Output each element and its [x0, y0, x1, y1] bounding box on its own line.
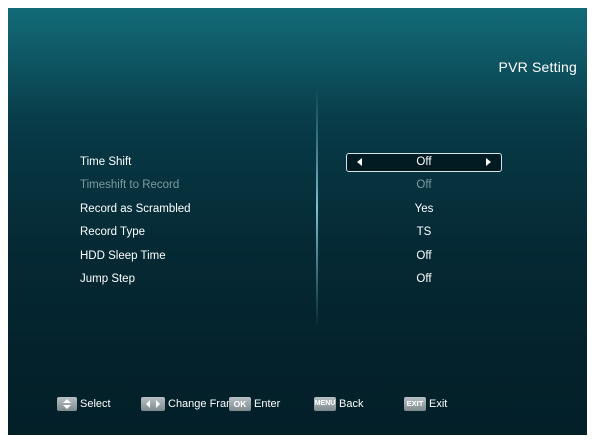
jump-step-value[interactable]: Off — [346, 268, 502, 291]
setting-label-time-shift[interactable]: Time Shift — [80, 151, 191, 174]
footer-exit-label: Exit — [429, 398, 448, 410]
time-shift-value: Off — [416, 156, 432, 168]
pvr-setting-screen: PVR Setting Time Shift Timeshift to Reco… — [8, 8, 587, 435]
setting-label-record-as-scrambled[interactable]: Record as Scrambled — [80, 198, 191, 221]
footer-ok-hint: OK Enter — [229, 396, 280, 412]
footer-change-label: Change Fram — [168, 398, 236, 410]
footer-back-label: Back — [339, 398, 364, 410]
hdd-sleep-time-value[interactable]: Off — [346, 245, 502, 268]
time-shift-selector[interactable]: Off — [346, 153, 502, 172]
ok-key-icon: OK — [229, 397, 251, 411]
settings-values: Off Off Yes TS Off Off — [346, 151, 502, 291]
timeshift-to-record-value: Off — [416, 179, 432, 192]
header-glow — [8, 8, 587, 103]
footer-select-hint: Select — [57, 396, 111, 412]
footer-menu-hint: MENU Back — [314, 396, 363, 412]
menu-key-icon: MENU — [314, 397, 336, 411]
record-as-scrambled-value[interactable]: Yes — [346, 198, 502, 221]
setting-label-hdd-sleep-time[interactable]: HDD Sleep Time — [80, 245, 191, 268]
exit-key-icon: EXIT — [404, 397, 426, 411]
settings-labels: Time Shift Timeshift to Record Record as… — [80, 151, 191, 291]
column-divider — [316, 88, 318, 328]
footer-enter-label: Enter — [254, 398, 281, 410]
footer-select-label: Select — [80, 398, 111, 410]
setting-label-timeshift-to-record: Timeshift to Record — [80, 179, 180, 192]
footer-exit-hint: EXIT Exit — [404, 396, 447, 412]
left-right-key-icon — [141, 397, 165, 411]
page-title: PVR Setting — [498, 59, 577, 75]
setting-label-jump-step[interactable]: Jump Step — [80, 268, 191, 291]
footer-help-bar: Select Change Fram OK Enter MENU Back EXIT… — [8, 396, 587, 412]
footer-change-hint: Change Fram — [141, 396, 235, 412]
record-type-value[interactable]: TS — [346, 221, 502, 244]
setting-label-record-type[interactable]: Record Type — [80, 221, 191, 244]
right-arrow-icon[interactable] — [486, 158, 491, 166]
up-down-key-icon — [57, 397, 77, 411]
left-arrow-icon[interactable] — [357, 158, 362, 166]
